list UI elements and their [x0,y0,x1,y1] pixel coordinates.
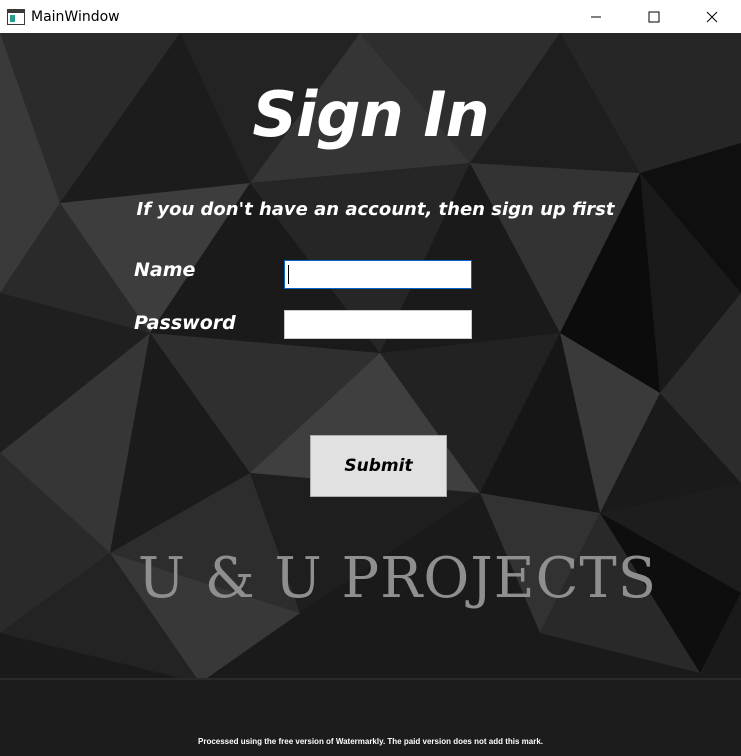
watermark-notice: Processed using the free version of Wate… [198,737,543,746]
name-input[interactable] [284,260,472,289]
minimize-button[interactable] [567,0,625,33]
password-input[interactable] [284,310,472,339]
maximize-button[interactable] [625,0,683,33]
submit-button[interactable]: Submit [310,435,447,497]
brand-text: U & U PROJECTS [137,546,658,611]
sign-in-panel: Sign In If you don't have an account, th… [0,33,741,756]
main-window: MainWindow Sign In If you don't have an … [0,0,741,756]
app-window-icon [7,8,25,25]
text-caret [288,265,289,284]
close-button[interactable] [683,0,741,33]
window-title: MainWindow [31,8,120,25]
minimize-icon [591,16,601,17]
name-label: Name [134,259,196,281]
password-label: Password [134,312,236,334]
sign-up-hint: If you don't have an account, then sign … [136,199,615,220]
title-bar[interactable]: MainWindow [0,0,741,33]
maximize-icon [648,11,660,22]
window-controls [567,0,741,33]
page-title: Sign In [252,78,489,151]
close-icon [706,11,718,22]
